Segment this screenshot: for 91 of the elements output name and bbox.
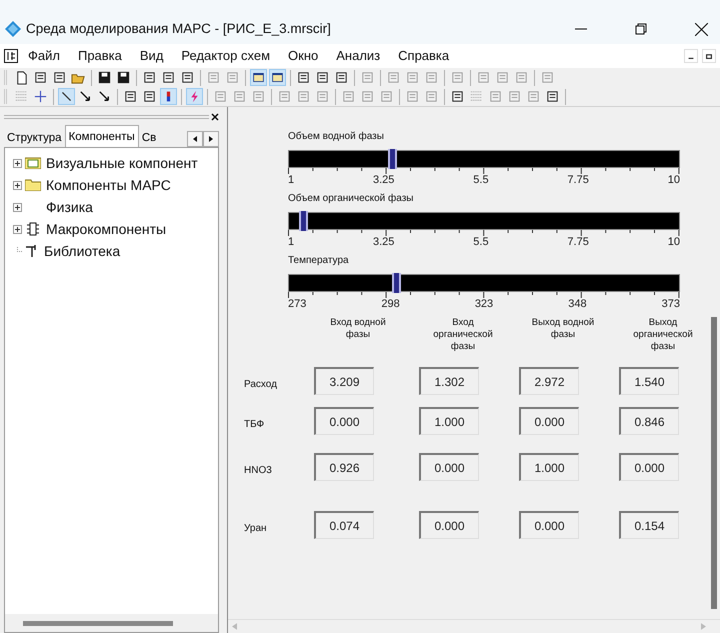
slider-track[interactable] — [288, 212, 680, 230]
slider-thumb[interactable] — [298, 211, 308, 231]
document-icon[interactable] — [4, 49, 18, 63]
menu-item[interactable]: Редактор схем — [181, 46, 270, 66]
scrollbar-thumb[interactable] — [23, 620, 173, 626]
tick-label: 1 — [288, 236, 294, 249]
column-header: Выход органической фазы — [632, 317, 694, 353]
menu-item[interactable]: Окно — [288, 46, 318, 66]
window-icon[interactable] — [250, 69, 267, 86]
menu-item[interactable]: Файл — [28, 46, 60, 66]
value-field[interactable]: 1.302 — [419, 367, 479, 395]
tick-label: 5.5 — [473, 174, 489, 187]
folder-icon — [25, 179, 41, 191]
menu-item[interactable]: Вид — [140, 46, 164, 66]
expand-icon[interactable] — [13, 158, 22, 168]
value-field[interactable]: 0.000 — [419, 511, 479, 539]
right-arrow-icon — [208, 136, 214, 142]
slider-thumb[interactable] — [392, 273, 402, 293]
tick-label: 348 — [568, 298, 587, 311]
tree-item[interactable]: Макрокомпоненты — [46, 218, 166, 240]
slider-thumb[interactable] — [388, 149, 398, 169]
slider-track[interactable] — [288, 274, 680, 292]
restore-icon[interactable] — [635, 23, 647, 35]
minimize-icon[interactable] — [684, 49, 698, 63]
row-label: Уран — [244, 522, 268, 536]
left-arrow-icon — [192, 136, 198, 142]
value-field[interactable]: 1.540 — [619, 367, 679, 395]
tick-label: 323 — [474, 298, 494, 311]
tick-label: 10 — [668, 174, 680, 187]
value-field[interactable]: 0.154 — [619, 511, 679, 539]
battery-icon[interactable] — [160, 88, 177, 105]
menu-item[interactable]: Правка — [78, 46, 122, 66]
plug-icon — [25, 243, 39, 259]
column-header: Выход водной фазы — [530, 317, 596, 342]
tick-label: 5.5 — [473, 236, 489, 249]
crosshair-icon[interactable] — [32, 88, 49, 105]
tick-label: 7.75 — [567, 236, 589, 249]
tree-item[interactable]: Библиотека — [44, 240, 120, 262]
tick-label: 10 — [668, 236, 680, 249]
value-field[interactable]: 0.000 — [619, 453, 679, 481]
close-icon[interactable] — [695, 22, 708, 36]
tick-label: 273 — [288, 298, 306, 311]
value-field[interactable]: 0.000 — [419, 453, 479, 481]
expand-icon[interactable] — [13, 180, 22, 190]
picture-frame-icon[interactable] — [269, 69, 286, 86]
window-title: Среда моделирования МАРС - [РИС_Е_3.mrscir] — [26, 20, 331, 38]
panel-tab[interactable]: Компоненты — [64, 125, 139, 147]
value-field[interactable]: 3.209 — [314, 367, 374, 395]
value-field[interactable]: 1.000 — [419, 407, 479, 435]
tree-item[interactable]: Визуальные компонент — [46, 152, 198, 174]
expand-icon[interactable] — [13, 224, 22, 234]
row-label: HNO3 — [244, 464, 273, 478]
tick-label: 1 — [288, 174, 294, 187]
app-logo-icon — [4, 20, 22, 38]
value-field[interactable]: 1.000 — [519, 453, 579, 481]
tick-label: 298 — [381, 298, 400, 311]
restore-icon[interactable] — [702, 49, 716, 63]
value-field[interactable]: 0.926 — [314, 453, 374, 481]
value-field[interactable]: 0.846 — [619, 407, 679, 435]
value-field[interactable]: 0.000 — [314, 407, 374, 435]
column-header: Вход водной фазы — [329, 317, 387, 342]
slider-label: Температура — [288, 254, 350, 268]
scroll-right-button[interactable] — [203, 131, 219, 147]
value-field[interactable]: 0.000 — [519, 407, 579, 435]
row-label: Расход — [244, 378, 278, 392]
column-header: Вход органической фазы — [432, 317, 494, 353]
tick-label: 3.25 — [372, 236, 394, 249]
tree-item[interactable]: Физика — [46, 196, 93, 218]
slider-track[interactable] — [288, 150, 680, 168]
tick-label: 373 — [662, 298, 680, 311]
value-field[interactable]: 0.074 — [314, 511, 374, 539]
value-field[interactable]: 2.972 — [519, 367, 579, 395]
expand-icon[interactable] — [13, 202, 22, 212]
chip-icon — [25, 222, 41, 236]
scroll-left-button[interactable] — [187, 131, 203, 147]
menu-item[interactable]: Анализ — [336, 46, 380, 66]
tree-item[interactable]: Компоненты МАРС — [46, 174, 171, 196]
slider-label: Объем водной фазы — [288, 130, 385, 144]
panel-tab[interactable]: Св — [138, 128, 160, 147]
menu-item[interactable]: Справка — [398, 46, 450, 66]
close-icon[interactable] — [211, 113, 219, 121]
value-field[interactable]: 0.000 — [519, 511, 579, 539]
panel-tab[interactable]: Структура — [4, 128, 65, 147]
scrollbar-thumb[interactable] — [711, 317, 717, 609]
folder-icon — [25, 157, 41, 169]
save-icon[interactable] — [96, 69, 113, 86]
tick-label: 7.75 — [567, 174, 589, 187]
save-all-icon[interactable] — [115, 69, 132, 86]
row-label: ТБФ — [244, 418, 266, 432]
tick-label: 3.25 — [372, 174, 394, 187]
slider-label: Объем органической фазы — [288, 192, 414, 206]
